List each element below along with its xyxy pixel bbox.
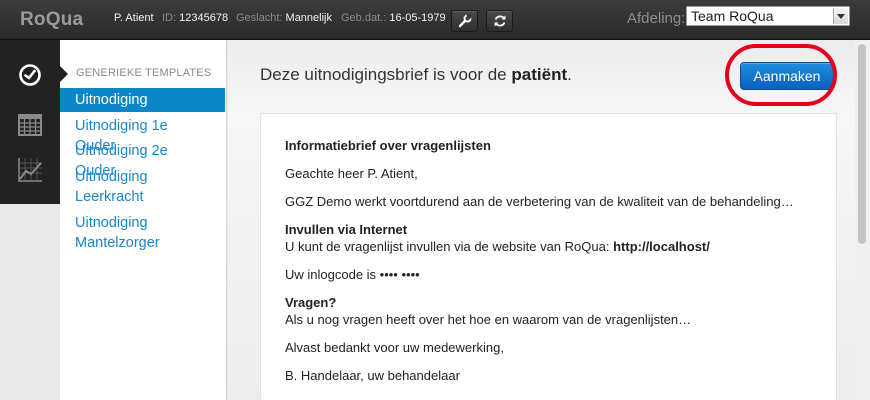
department-selected: Team RoQua [691, 8, 774, 24]
refresh-icon [494, 15, 505, 27]
letter-signature: B. Handelaar, uw behandelaar [285, 368, 460, 383]
patient-name: P. Atient [114, 12, 154, 24]
letter-questions-heading: Vragen? [285, 295, 337, 310]
page-title: Deze uitnodigingsbrief is voor de patiën… [260, 65, 572, 84]
letter-internet-heading: Invullen via Internet [285, 222, 408, 237]
chart-icon [18, 158, 42, 182]
template-item-label-line2: Mantelzorger [75, 235, 160, 251]
create-button[interactable]: Aanmaken [740, 62, 834, 90]
icon-rail [0, 40, 60, 400]
app-logo[interactable]: RoQua [20, 9, 83, 31]
patient-dob: Geb.dat.: 16-05-1979 [341, 12, 446, 24]
patient-gender: Geslacht: Mannelijk [236, 12, 332, 24]
main-content: Deze uitnodigingsbrief is voor de patiën… [228, 40, 855, 400]
template-section-heading: GENERIEKE TEMPLATES [76, 67, 212, 79]
template-item-uitnodiging-mantelzorger[interactable]: Uitnodiging Mantelzorger [60, 213, 225, 253]
template-sidebar: GENERIEKE TEMPLATES Uitnodiging Uitnodig… [60, 40, 227, 400]
edit-patient-button[interactable] [451, 10, 478, 32]
scrollbar[interactable] [855, 40, 870, 400]
letter-thanks: Alvast bedankt voor uw medewerking, [285, 340, 504, 355]
department-label: Afdeling: [627, 10, 686, 27]
template-item-uitnodiging[interactable]: Uitnodiging [60, 88, 225, 112]
letter-login: Uw inlogcode is •••• •••• [285, 267, 420, 282]
template-item-label-line2: Leerkracht [75, 189, 144, 205]
rail-item-charts[interactable] [0, 148, 60, 192]
department-select[interactable]: Team RoQua [686, 6, 850, 26]
calendar-icon [18, 114, 42, 136]
letter-title: Informatiebrief over vragenlijsten [285, 138, 491, 153]
letter-greeting: Geachte heer P. Atient, [285, 166, 418, 181]
template-item-label: Uitnodiging [75, 92, 148, 108]
top-bar: RoQua P. Atient ID: 12345678 Geslacht: M… [0, 0, 870, 40]
letter-url: http://localhost/ [613, 239, 710, 254]
refresh-button[interactable] [486, 10, 513, 32]
letter-preview: Informatiebrief over vragenlijsten Geach… [260, 113, 837, 400]
letter-internet-text: U kunt de vragenlijst invullen via de we… [285, 239, 710, 254]
letter-questions-text: Als u nog vragen heeft over het hoe en w… [285, 312, 692, 327]
rail-spacer [0, 204, 60, 400]
template-item-label: Uitnodiging [75, 169, 148, 185]
template-item-label: Uitnodiging [75, 215, 148, 231]
rail-item-dashboard[interactable] [0, 53, 60, 97]
chevron-down-icon [833, 8, 848, 24]
scrollbar-thumb[interactable] [858, 44, 866, 244]
active-section-pointer [60, 66, 68, 82]
dashboard-icon [19, 64, 41, 86]
template-item-uitnodiging-leerkracht[interactable]: Uitnodiging Leerkracht [60, 167, 225, 207]
patient-id: ID: 12345678 [162, 12, 229, 24]
letter-intro: GGZ Demo werkt voortdurend aan de verbet… [285, 194, 794, 209]
rail-item-calendar[interactable] [0, 102, 60, 146]
wrench-icon [458, 14, 472, 28]
